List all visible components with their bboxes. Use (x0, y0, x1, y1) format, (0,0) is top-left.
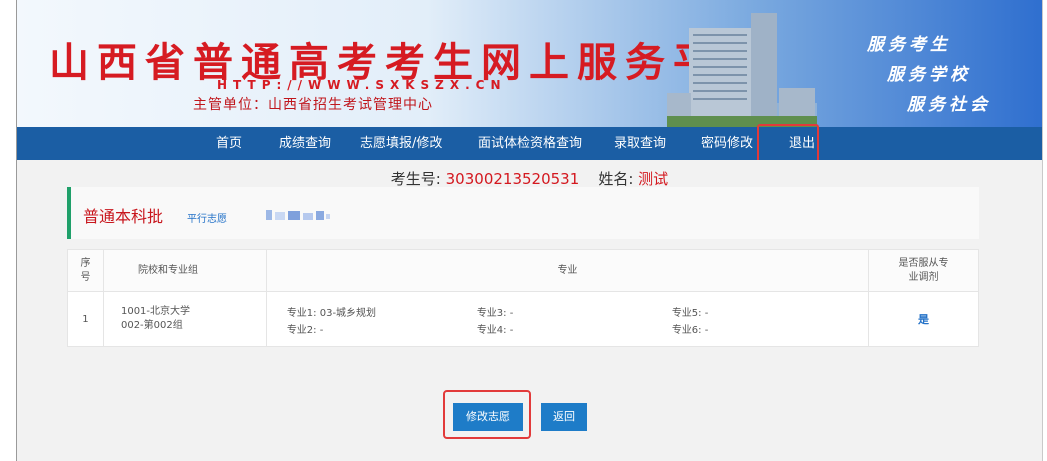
back-button[interactable]: 返回 (541, 403, 587, 431)
nav-admission-query[interactable]: 录取查询 (614, 127, 666, 160)
candidate-id-value: 30300213520531 (445, 170, 580, 188)
table-row: 1 1001-北京大学 002-第002组 专业1: 03-城乡规划 专业2: … (67, 291, 979, 347)
major-6: 专业6: - (671, 325, 709, 336)
slogan-serve-society: 服务社会 (907, 95, 991, 115)
site-organization: 主管单位：山西省招生考试管理中心 (193, 97, 433, 113)
header-adjust: 是否服从专业调剂 (868, 249, 979, 292)
major-group: 002-第002组 (120, 320, 183, 331)
slogan-serve-schools: 服务学校 (887, 65, 971, 85)
header-major: 专业 (265, 249, 870, 292)
major-1: 专业1: 03-城乡规划 (286, 308, 377, 319)
row-adjust: 是 (868, 291, 979, 347)
modify-highlight-box (443, 390, 531, 439)
building-image-icon (667, 13, 817, 127)
major-2: 专业2: - (286, 325, 324, 336)
major-3: 专业3: - (476, 308, 514, 319)
header-school: 院校和专业组 (102, 249, 267, 292)
site-url: HTTP://WWW.SXKSZX.CN (217, 78, 507, 92)
row-school: 1001-北京大学 002-第002组 (102, 291, 267, 347)
major-4: 专业4: - (476, 325, 514, 336)
nav-password-change[interactable]: 密码修改 (701, 127, 753, 160)
header-no: 序号 (67, 249, 104, 292)
nav-interview-check[interactable]: 面试体检资格查询 (478, 127, 582, 160)
slogan-serve-candidates: 服务考生 (867, 35, 951, 55)
school-name: 1001-北京大学 (120, 306, 191, 317)
logout-highlight-box (757, 124, 819, 165)
batch-title: 普通本科批 (83, 207, 164, 226)
candidate-name-value: 测试 (638, 170, 669, 188)
adjust-value: 是 (918, 313, 930, 326)
page-frame-right (1042, 0, 1043, 461)
row-no: 1 (67, 291, 104, 347)
candidate-name-label: 姓名: (598, 170, 634, 188)
row-majors: 专业1: 03-城乡规划 专业2: - 专业3: - 专业4: - 专业5: -… (265, 291, 870, 347)
candidate-info: 考生号: 30300213520531 姓名: 测试 (17, 168, 1042, 189)
batch-panel: 普通本科批 平行志愿 (67, 187, 979, 239)
nav-application-edit[interactable]: 志愿填报/修改 (360, 127, 442, 160)
header-banner: 山西省普通高考考生网上服务平台 HTTP://WWW.SXKSZX.CN 主管单… (17, 0, 1042, 127)
table-header-row: 序号 院校和专业组 专业 是否服从专业调剂 (67, 249, 979, 292)
nav-score-query[interactable]: 成绩查询 (279, 127, 331, 160)
candidate-id-label: 考生号: (390, 170, 441, 188)
major-5: 专业5: - (671, 308, 709, 319)
batch-type-tag: 平行志愿 (187, 214, 227, 225)
redacted-text-icon (266, 210, 330, 220)
main-nav: 首页 成绩查询 志愿填报/修改 面试体检资格查询 录取查询 密码修改 退出 (17, 127, 1042, 160)
nav-home[interactable]: 首页 (216, 127, 242, 160)
application-table: 序号 院校和专业组 专业 是否服从专业调剂 1 1001-北京大学 002-第0… (67, 249, 979, 347)
